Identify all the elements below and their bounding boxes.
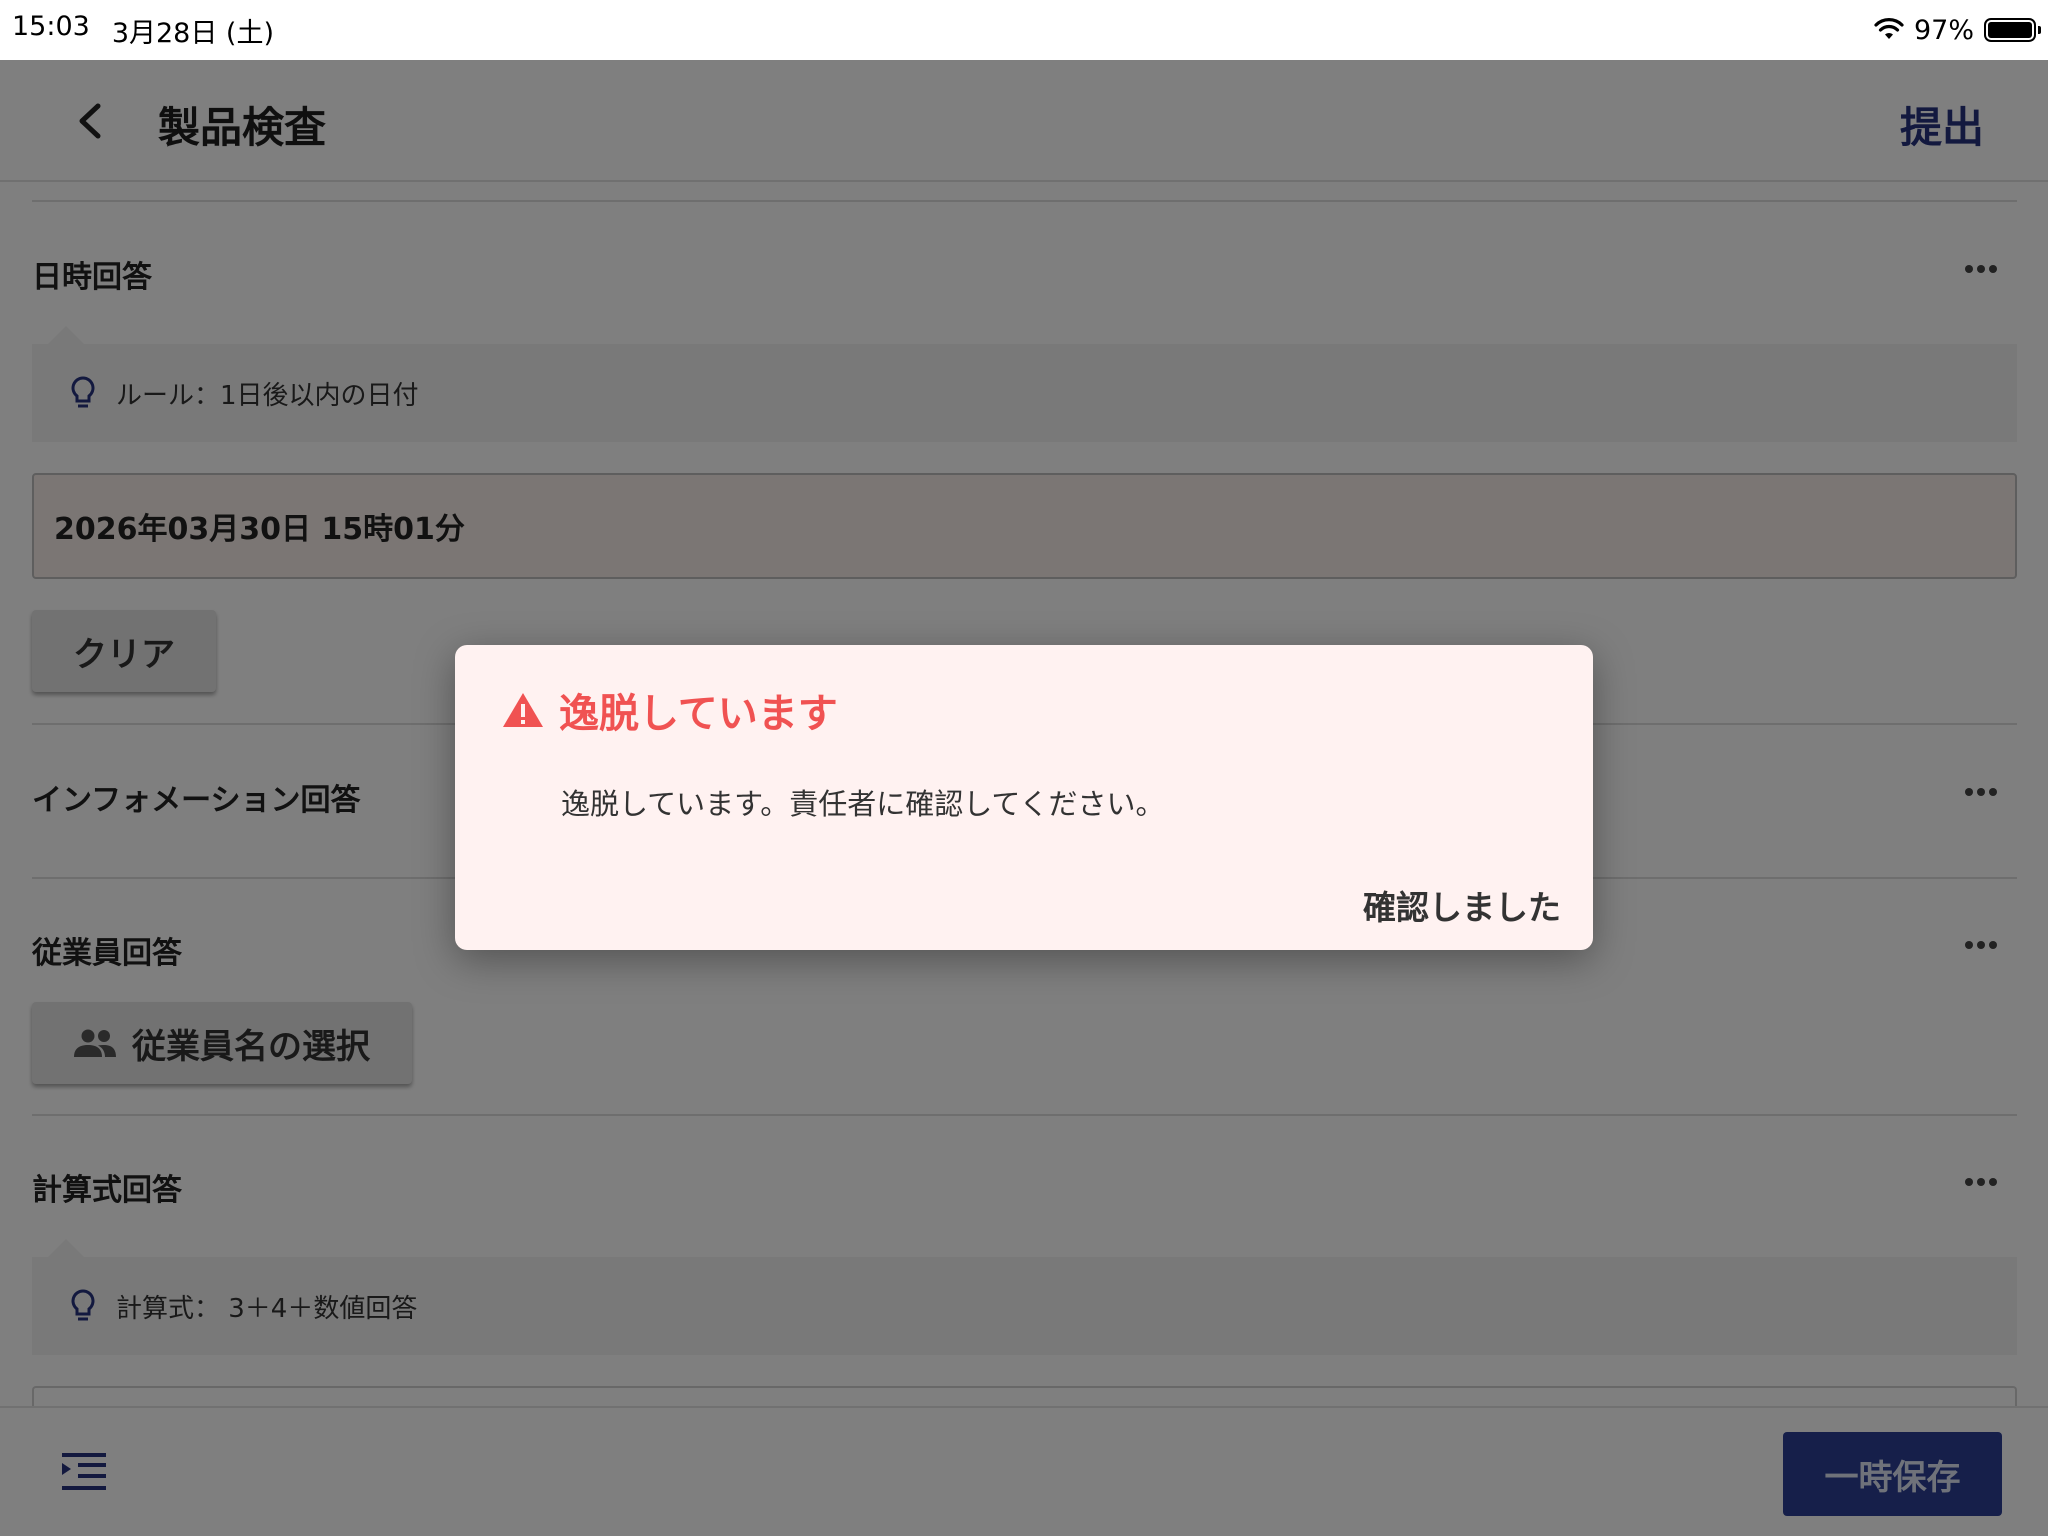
wifi-icon — [1874, 18, 1904, 39]
battery-percentage: 97% — [1913, 14, 1974, 46]
warning-triangle-icon — [503, 693, 543, 727]
status-date: 3月28日 (土) — [111, 17, 274, 49]
deviation-alert-dialog: 逸脱しています 逸脱しています。責任者に確認してください。 確認しました — [455, 645, 1593, 950]
dialog-message: 逸脱しています。責任者に確認してください。 — [561, 787, 1165, 821]
confirm-button[interactable]: 確認しました — [1363, 881, 1561, 929]
dialog-title: 逸脱しています — [559, 691, 838, 737]
dialog-title-row: 逸脱しています — [501, 681, 838, 739]
status-bar: 15:03 3月28日 (土) 97% — [0, 0, 2048, 60]
status-time: 15:03 — [12, 10, 90, 42]
battery-icon — [1984, 18, 2041, 42]
